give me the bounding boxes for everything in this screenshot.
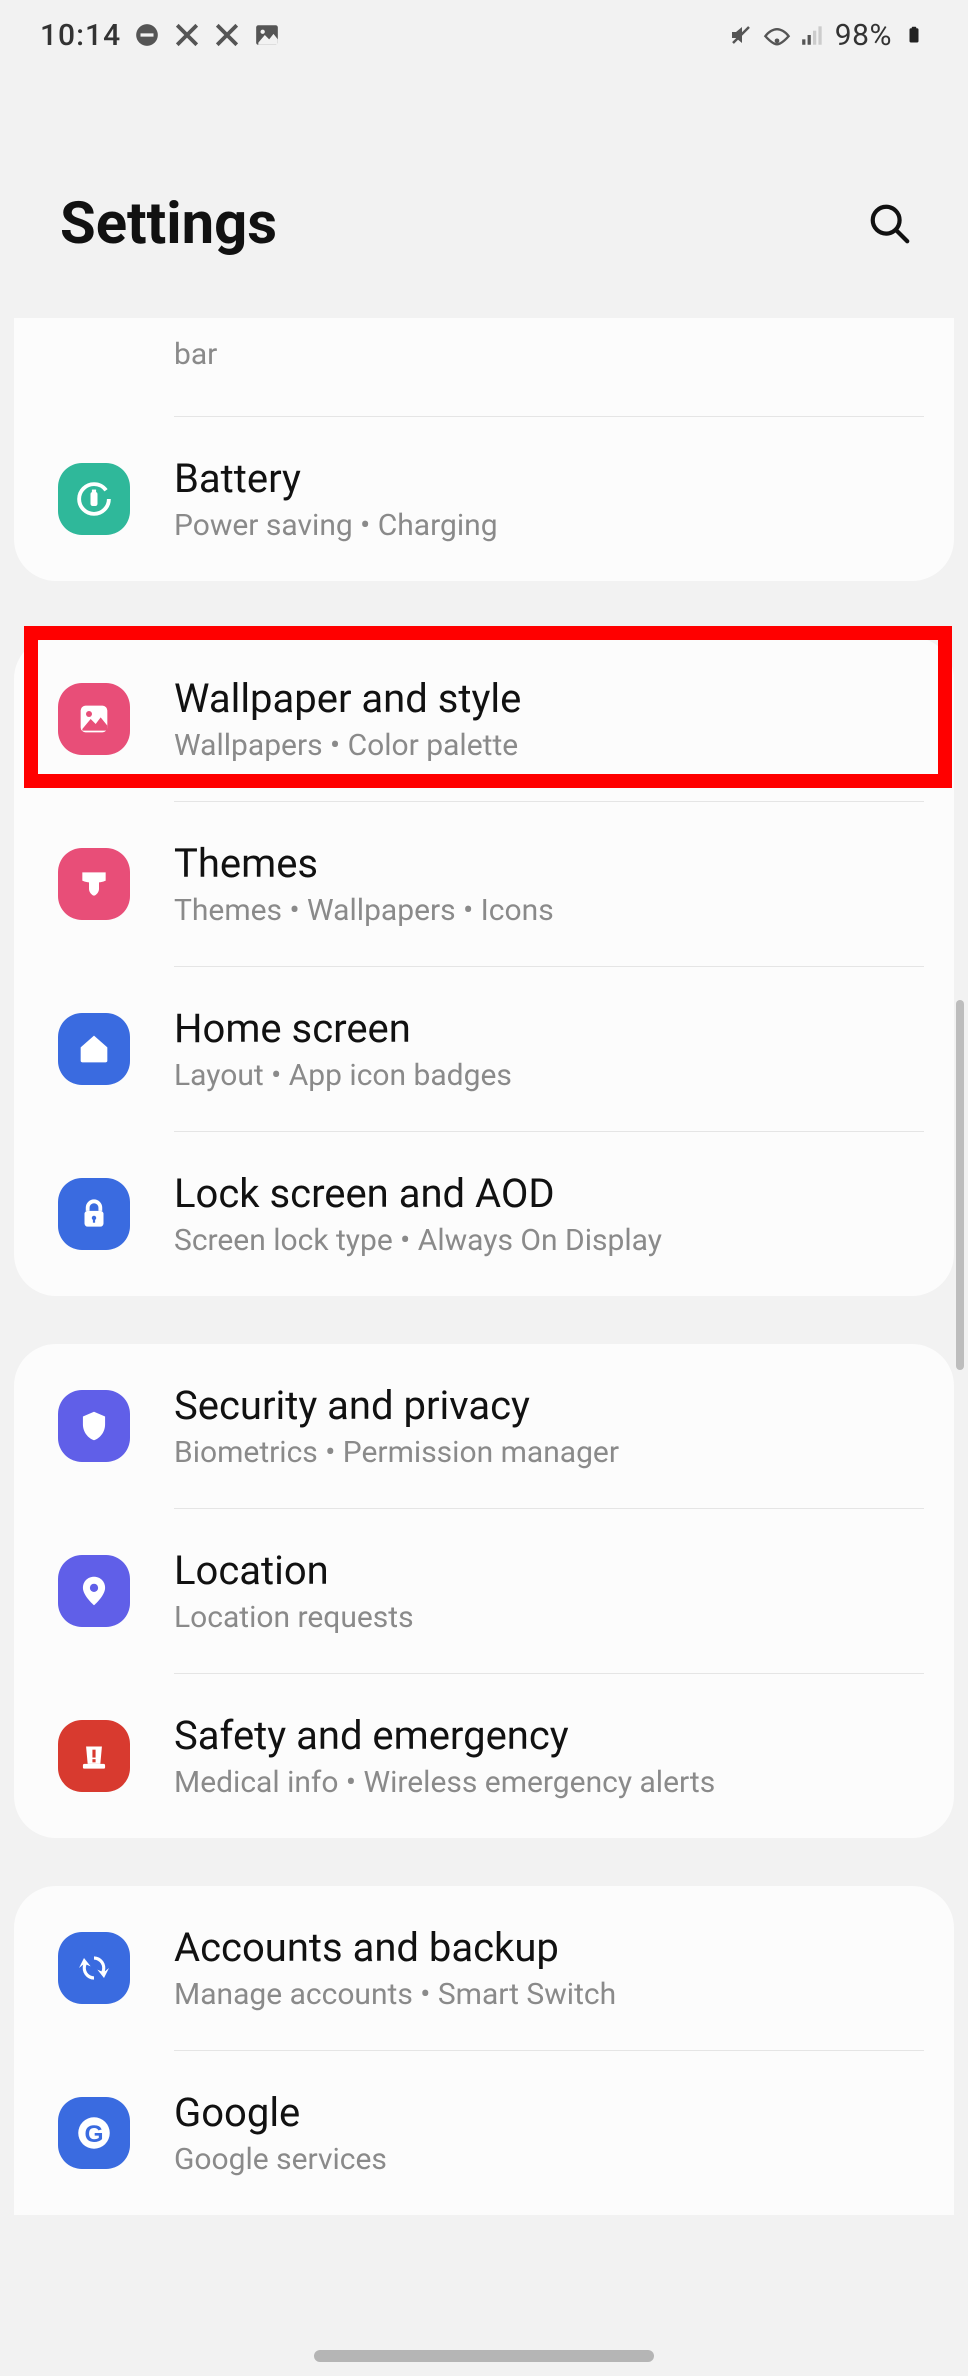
row-title: Wallpaper and style xyxy=(174,675,924,722)
row-title: Google xyxy=(174,2089,924,2136)
row-title: Location xyxy=(174,1547,924,1594)
brush-icon xyxy=(58,848,130,920)
shield-icon xyxy=(58,1390,130,1462)
wallpaper-icon xyxy=(58,683,130,755)
home-icon xyxy=(58,1013,130,1085)
search-button[interactable] xyxy=(866,200,914,248)
alert-icon xyxy=(58,1720,130,1792)
row-title: Home screen xyxy=(174,1005,924,1052)
row-subtitle: Location requests xyxy=(174,1600,924,1635)
row-subtitle: Google services xyxy=(174,2142,924,2177)
settings-row-lock[interactable]: Lock screen and AOD Screen lock type • A… xyxy=(14,1132,954,1296)
status-right: 98% xyxy=(727,18,928,53)
settings-row-google[interactable]: G Google Google services xyxy=(14,2051,954,2215)
row-subtitle: Screen lock type • Always On Display xyxy=(174,1223,924,1258)
google-icon: G xyxy=(58,2097,130,2169)
wifi-icon xyxy=(763,21,791,49)
mute-icon xyxy=(727,21,755,49)
dnd-icon xyxy=(133,21,161,49)
row-title: Security and privacy xyxy=(174,1382,924,1429)
status-bar: 10:14 98% xyxy=(0,0,968,70)
settings-row-accounts[interactable]: Accounts and backup Manage accounts • Sm… xyxy=(14,1886,954,2050)
settings-group-device: bar Battery Power saving • Charging xyxy=(14,318,954,581)
settings-group-accounts: Accounts and backup Manage accounts • Sm… xyxy=(14,1886,954,2215)
row-subtitle: Medical info • Wireless emergency alerts xyxy=(174,1765,924,1800)
row-subtitle: Manage accounts • Smart Switch xyxy=(174,1977,924,2012)
battery-icon xyxy=(900,21,928,49)
row-subtitle: Themes • Wallpapers • Icons xyxy=(174,893,924,928)
row-title: Lock screen and AOD xyxy=(174,1170,924,1217)
battery-percent: 98% xyxy=(835,18,892,53)
page-title: Settings xyxy=(60,190,277,258)
x-icon xyxy=(173,21,201,49)
lock-icon xyxy=(58,1178,130,1250)
row-subtitle: Power saving • Charging xyxy=(174,508,924,543)
row-subtitle: Biometrics • Permission manager xyxy=(174,1435,924,1470)
clock: 10:14 xyxy=(40,18,121,53)
settings-group-security: Security and privacy Biometrics • Permis… xyxy=(14,1344,954,1838)
battery-circle-icon xyxy=(58,463,130,535)
scrollbar[interactable] xyxy=(956,1000,964,1370)
settings-group-display: Wallpaper and style Wallpapers • Color p… xyxy=(14,637,954,1296)
svg-text:G: G xyxy=(84,2121,103,2148)
status-left: 10:14 xyxy=(40,18,281,53)
x-icon xyxy=(213,21,241,49)
row-subtitle: bar xyxy=(174,337,924,372)
header: Settings xyxy=(0,70,968,318)
search-icon xyxy=(867,201,913,247)
row-title: Battery xyxy=(174,455,924,502)
settings-row-location[interactable]: Location Location requests xyxy=(14,1509,954,1673)
settings-row-safety[interactable]: Safety and emergency Medical info • Wire… xyxy=(14,1674,954,1838)
settings-row-wallpaper[interactable]: Wallpaper and style Wallpapers • Color p… xyxy=(14,637,954,801)
row-subtitle: Wallpapers • Color palette xyxy=(174,728,924,763)
picture-icon xyxy=(253,21,281,49)
row-subtitle: Layout • App icon badges xyxy=(174,1058,924,1093)
settings-row-partial[interactable]: bar xyxy=(14,318,954,416)
settings-row-battery[interactable]: Battery Power saving • Charging xyxy=(14,417,954,581)
signal-icon xyxy=(799,21,827,49)
settings-row-home[interactable]: Home screen Layout • App icon badges xyxy=(14,967,954,1131)
row-title: Accounts and backup xyxy=(174,1924,924,1971)
settings-row-themes[interactable]: Themes Themes • Wallpapers • Icons xyxy=(14,802,954,966)
location-pin-icon xyxy=(58,1555,130,1627)
row-title: Safety and emergency xyxy=(174,1712,924,1759)
settings-row-security[interactable]: Security and privacy Biometrics • Permis… xyxy=(14,1344,954,1508)
sync-icon xyxy=(58,1932,130,2004)
row-title: Themes xyxy=(174,840,924,887)
gesture-handle[interactable] xyxy=(314,2350,654,2362)
